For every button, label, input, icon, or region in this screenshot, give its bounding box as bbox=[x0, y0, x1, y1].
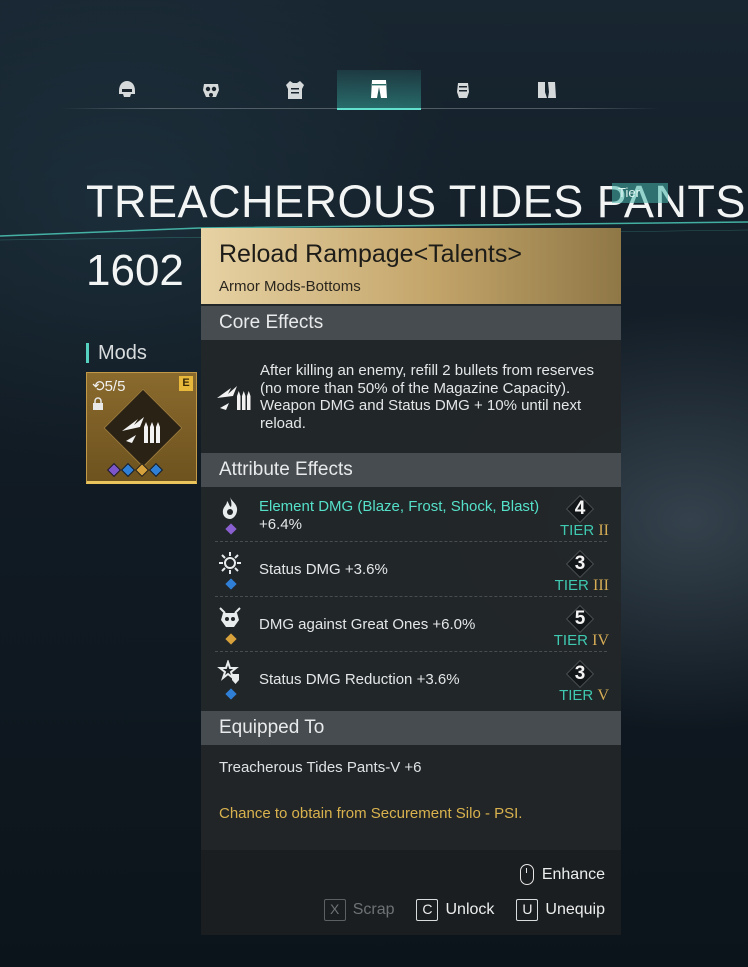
mod-count: ⟲5/5 bbox=[92, 377, 125, 395]
scrap-label: Scrap bbox=[352, 901, 395, 918]
core-effect-text: After killing an enemy, refill 2 bullets… bbox=[260, 362, 595, 432]
scrap-button[interactable]: X Scrap bbox=[323, 899, 395, 921]
attribute-gem bbox=[225, 578, 237, 590]
tier-level: 5 bbox=[565, 604, 595, 634]
tier-label: TIER III bbox=[554, 577, 609, 594]
attribute-gem bbox=[225, 688, 237, 700]
attribute-name: DMG against Great Ones bbox=[259, 616, 429, 633]
gas-mask-icon bbox=[203, 84, 219, 97]
mod-category: Armor Mods-Bottoms bbox=[219, 278, 361, 295]
attribute-gem bbox=[225, 523, 237, 535]
mod-tooltip: Reload Rampage<Talents> Armor Mods-Botto… bbox=[201, 228, 621, 935]
mods-label: Mods bbox=[86, 343, 147, 363]
attribute-name: Status DMG Reduction bbox=[259, 671, 413, 688]
tier-tag: Tier bbox=[612, 183, 668, 203]
attribute-text: Element DMG (Blaze, Frost, Shock, Blast)… bbox=[259, 498, 549, 534]
status-shield-icon bbox=[217, 660, 239, 684]
attribute-row: DMG against Great Ones +6.0% 5 TIER IV bbox=[201, 598, 621, 652]
tab-mask[interactable] bbox=[169, 70, 253, 110]
unlock-button[interactable]: C Unlock bbox=[416, 899, 494, 921]
attribute-row: Element DMG (Blaze, Frost, Shock, Blast)… bbox=[201, 488, 621, 542]
attribute-gem bbox=[225, 633, 237, 645]
pants-icon bbox=[371, 80, 387, 98]
tab-gloves[interactable] bbox=[421, 70, 505, 110]
gem-blue bbox=[148, 462, 164, 478]
flame-icon bbox=[222, 497, 238, 519]
armor-vest-icon bbox=[286, 81, 304, 99]
refresh-icon: ⟲ bbox=[92, 378, 105, 395]
tier-level: 3 bbox=[565, 659, 595, 689]
attribute-value: +6.4% bbox=[259, 516, 302, 533]
row-divider bbox=[215, 651, 607, 652]
attribute-text: Status DMG Reduction +3.6% bbox=[259, 671, 549, 689]
gem-blue bbox=[120, 462, 136, 478]
attribute-value: +3.6% bbox=[344, 561, 388, 578]
core-effects-heading: Core Effects bbox=[201, 306, 621, 340]
bullets-burst-icon bbox=[122, 417, 160, 443]
tab-helmet[interactable] bbox=[85, 70, 169, 110]
unequip-button[interactable]: U Unequip bbox=[516, 899, 605, 921]
enhance-label: Enhance bbox=[541, 865, 605, 883]
mod-title: Reload Rampage<Talents> bbox=[219, 240, 522, 268]
tier-label: TIER V bbox=[559, 687, 609, 704]
attribute-text: Status DMG +3.6% bbox=[259, 561, 549, 579]
enhance-action[interactable]: Enhance bbox=[519, 864, 605, 885]
unequip-label: Unequip bbox=[545, 901, 605, 918]
gem-purple bbox=[106, 462, 122, 478]
row-divider bbox=[215, 596, 607, 597]
mod-slot[interactable]: ⟲5/5 E bbox=[86, 372, 197, 484]
key-hint-u: U bbox=[516, 899, 539, 921]
attribute-effects-heading: Attribute Effects bbox=[201, 453, 621, 487]
tab-shoes[interactable] bbox=[505, 70, 589, 110]
gem-gold bbox=[134, 462, 150, 478]
tab-bottoms[interactable] bbox=[337, 70, 421, 110]
mod-count-value: 5/5 bbox=[104, 378, 126, 395]
tier-level: 4 bbox=[565, 494, 595, 524]
action-row: X Scrap C Unlock U Unequip bbox=[323, 899, 605, 921]
tier-label: TIER IV bbox=[553, 632, 609, 649]
attribute-name: Status DMG bbox=[259, 561, 341, 578]
mod-grade-badge: E bbox=[179, 376, 193, 391]
key-hint-c: C bbox=[416, 899, 439, 921]
great-one-skull-icon bbox=[219, 607, 241, 627]
mod-gem-row bbox=[106, 462, 164, 478]
reload-rampage-icon bbox=[217, 386, 251, 410]
tier-label: TIER II bbox=[560, 522, 609, 539]
item-power: 1602 bbox=[86, 246, 184, 295]
lock-icon bbox=[93, 397, 103, 410]
row-divider bbox=[215, 541, 607, 542]
tier-level: 3 bbox=[565, 549, 595, 579]
equipment-tab-bar bbox=[0, 70, 748, 112]
unlock-label: Unlock bbox=[445, 901, 495, 918]
key-hint-x: X bbox=[323, 899, 346, 921]
attribute-value: +6.0% bbox=[432, 616, 476, 633]
status-burst-icon bbox=[219, 552, 241, 574]
attribute-row: Status DMG Reduction +3.6% 3 TIER V bbox=[201, 653, 621, 707]
glove-icon bbox=[457, 83, 469, 98]
attribute-row: Status DMG +3.6% 3 TIER III bbox=[201, 543, 621, 597]
tooltip-actions: Enhance X Scrap C Unlock U Unequip bbox=[201, 850, 621, 935]
tooltip-header: Reload Rampage<Talents> Armor Mods-Botto… bbox=[201, 228, 621, 304]
attribute-text: DMG against Great Ones +6.0% bbox=[259, 616, 549, 634]
helmet-icon bbox=[119, 81, 135, 97]
attribute-name: Element DMG (Blaze, Frost, Shock, Blast) bbox=[259, 498, 540, 515]
equipped-to-heading: Equipped To bbox=[201, 711, 621, 745]
tab-top[interactable] bbox=[253, 70, 337, 110]
boots-icon bbox=[538, 82, 556, 98]
mouse-icon bbox=[519, 864, 534, 885]
source-hint: Chance to obtain from Securement Silo - … bbox=[219, 805, 523, 822]
equipped-item: Treacherous Tides Pants-V +6 bbox=[219, 759, 422, 776]
attribute-value: +3.6% bbox=[416, 671, 460, 688]
